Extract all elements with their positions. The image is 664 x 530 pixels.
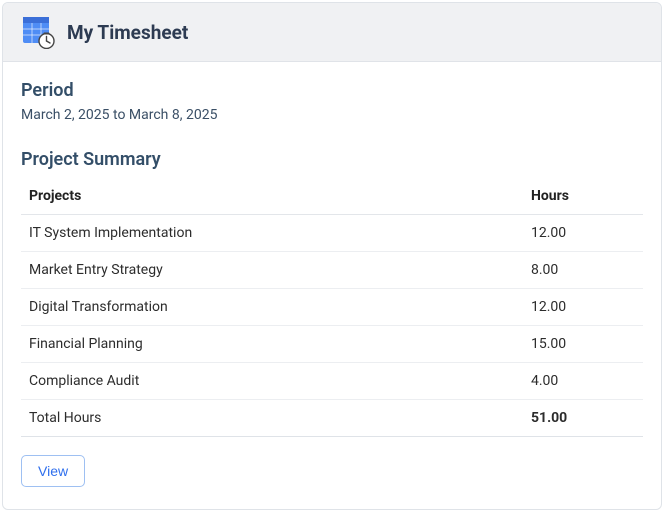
period-label: Period bbox=[21, 80, 643, 101]
hours-cell: 12.00 bbox=[523, 215, 643, 252]
hours-cell: 8.00 bbox=[523, 252, 643, 289]
table-row: Digital Transformation 12.00 bbox=[21, 289, 643, 326]
card-header: My Timesheet bbox=[3, 3, 661, 62]
project-cell: Financial Planning bbox=[21, 326, 523, 363]
card-body: Period March 2, 2025 to March 8, 2025 Pr… bbox=[3, 62, 661, 509]
project-cell: Compliance Audit bbox=[21, 363, 523, 400]
card-title: My Timesheet bbox=[67, 21, 188, 44]
col-header-projects: Projects bbox=[21, 178, 523, 215]
period-range: March 2, 2025 to March 8, 2025 bbox=[21, 107, 643, 123]
view-button[interactable]: View bbox=[21, 455, 85, 487]
total-row: Total Hours 51.00 bbox=[21, 400, 643, 437]
summary-label: Project Summary bbox=[21, 149, 643, 170]
project-cell: Digital Transformation bbox=[21, 289, 523, 326]
timesheet-icon bbox=[21, 15, 55, 49]
table-row: Financial Planning 15.00 bbox=[21, 326, 643, 363]
table-row: Market Entry Strategy 8.00 bbox=[21, 252, 643, 289]
table-row: Compliance Audit 4.00 bbox=[21, 363, 643, 400]
card-actions: View bbox=[21, 455, 643, 487]
col-header-hours: Hours bbox=[523, 178, 643, 215]
total-label: Total Hours bbox=[21, 400, 523, 437]
hours-cell: 15.00 bbox=[523, 326, 643, 363]
timesheet-card: My Timesheet Period March 2, 2025 to Mar… bbox=[2, 2, 662, 510]
table-row: IT System Implementation 12.00 bbox=[21, 215, 643, 252]
table-header-row: Projects Hours bbox=[21, 178, 643, 215]
project-summary-table: Projects Hours IT System Implementation … bbox=[21, 178, 643, 437]
project-cell: IT System Implementation bbox=[21, 215, 523, 252]
hours-cell: 12.00 bbox=[523, 289, 643, 326]
hours-cell: 4.00 bbox=[523, 363, 643, 400]
project-cell: Market Entry Strategy bbox=[21, 252, 523, 289]
total-hours: 51.00 bbox=[523, 400, 643, 437]
